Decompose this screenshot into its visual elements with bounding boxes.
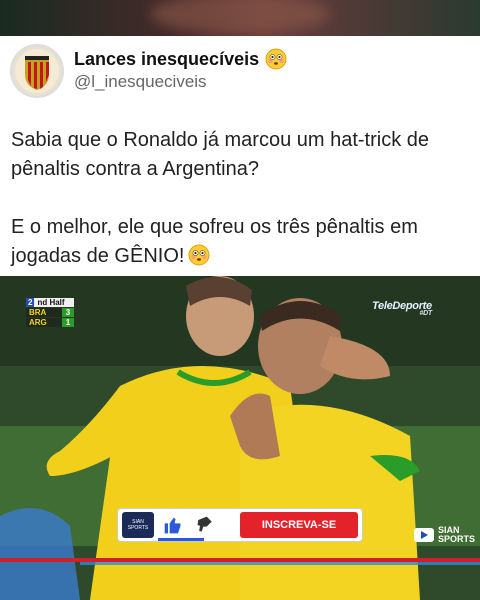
flushed-face-emoji-icon	[188, 244, 210, 266]
post-paragraph-1: Sabia que o Ronaldo já marcou um hat-tri…	[11, 129, 430, 180]
like-underline	[158, 538, 204, 541]
avatar[interactable]	[10, 44, 64, 98]
away-team: ARG	[26, 318, 62, 327]
broadcaster-logo: TeleDeporte #DT	[372, 300, 432, 317]
scoreboard: 2 nd Half BRA 3 ARG 1	[26, 298, 74, 327]
thumbs-up-icon[interactable]	[160, 512, 186, 538]
crest-icon	[15, 49, 59, 93]
subscribe-button[interactable]: INSCREVA-SE	[240, 512, 358, 538]
away-score: 1	[62, 318, 74, 327]
video-player[interactable]: 2 nd Half BRA 3 ARG 1 TeleDeporte #DT SI…	[0, 276, 480, 600]
display-name[interactable]: Lances inesquecíveis	[74, 49, 259, 70]
home-score: 3	[62, 308, 74, 317]
post-paragraph-2: E o melhor, ele que sofreu os três pênal…	[11, 213, 471, 271]
overlay-stripe-blue	[80, 562, 480, 565]
channel-watermark: SIAN SPORTS	[414, 526, 475, 544]
flushed-face-emoji-icon	[265, 48, 287, 70]
subscribe-overlay: SIAN SPORTS INSCREVA-SE	[117, 508, 363, 542]
previous-media-strip	[0, 0, 480, 36]
post-text: Sabia que o Ronaldo já marcou um hat-tri…	[11, 126, 471, 271]
youtube-play-icon	[414, 528, 434, 542]
watermark-line-2: SPORTS	[438, 534, 476, 544]
channel-badge[interactable]: SIAN SPORTS	[122, 512, 154, 538]
thumbs-down-icon[interactable]	[192, 512, 218, 538]
period-label: nd Half	[34, 298, 74, 307]
home-team: BRA	[26, 308, 62, 317]
user-handle[interactable]: @l_inesqueciveis	[74, 72, 207, 92]
period-number: 2	[26, 298, 35, 307]
post-paragraph-2-text: E o melhor, ele que sofreu os três pênal…	[11, 216, 418, 267]
